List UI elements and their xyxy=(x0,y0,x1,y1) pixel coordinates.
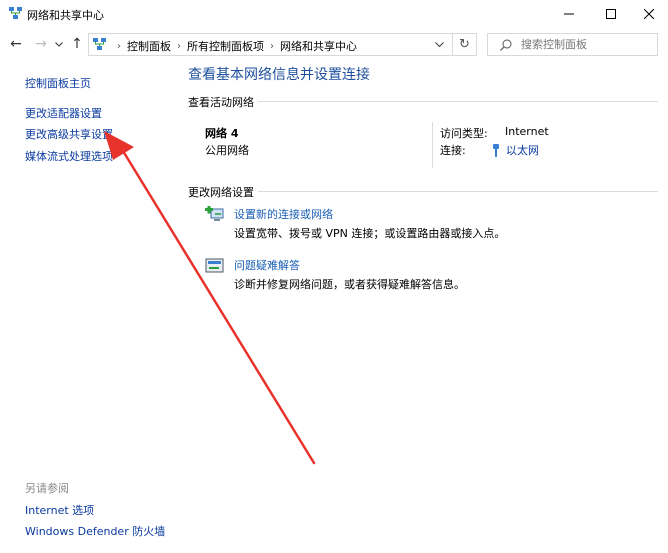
window-title: 网络和共享中心 xyxy=(27,9,104,22)
back-arrow-icon: ← xyxy=(10,36,22,52)
network-info-divider xyxy=(432,122,433,168)
up-button[interactable]: ↑ xyxy=(68,34,86,54)
chevron-down-icon xyxy=(434,42,444,47)
search-icon xyxy=(500,39,512,51)
breadcrumb-item[interactable]: 网络和共享中心 xyxy=(280,38,357,54)
see-also-label: 另请参阅 xyxy=(25,482,69,495)
breadcrumb: › 控制面板 › 所有控制面板项 › 网络和共享中心 xyxy=(111,38,357,54)
search-input[interactable] xyxy=(521,37,651,52)
navigation-bar: ← → ↑ › 控制面板 › 所有控制面板项 › 网络和共享中心 ↻ 搜索控制面… xyxy=(0,30,668,58)
forward-button[interactable]: → xyxy=(32,34,50,54)
internet-options-link[interactable]: Internet 选项 xyxy=(25,502,94,518)
new-connection-icon xyxy=(205,206,224,221)
ethernet-connection-label[interactable]: 以太网 xyxy=(506,142,539,158)
maximize-icon xyxy=(606,9,616,19)
breadcrumb-separator-icon[interactable]: › xyxy=(270,41,274,52)
access-type-label: 访问类型: xyxy=(440,127,488,140)
troubleshoot-problems-link[interactable]: 问题疑难解答 xyxy=(234,257,300,273)
close-button[interactable] xyxy=(626,0,668,28)
refresh-icon: ↻ xyxy=(459,37,470,52)
media-streaming-options-link[interactable]: 媒体流式处理选项 xyxy=(25,148,113,164)
recent-locations-button[interactable] xyxy=(53,34,65,54)
control-panel-icon xyxy=(93,38,106,50)
breadcrumb-item[interactable]: 所有控制面板项 xyxy=(187,38,264,54)
chevron-down-icon xyxy=(55,41,63,47)
section-divider xyxy=(258,191,658,192)
minimize-icon xyxy=(564,13,574,15)
setup-new-connection-link[interactable]: 设置新的连接或网络 xyxy=(234,206,333,222)
breadcrumb-item[interactable]: 控制面板 xyxy=(127,38,171,54)
access-type-value: Internet xyxy=(505,125,549,138)
troubleshoot-icon xyxy=(205,258,224,273)
forward-arrow-icon: → xyxy=(35,36,47,52)
page-title: 查看基本网络信息并设置连接 xyxy=(188,67,370,83)
change-adapter-settings-link[interactable]: 更改适配器设置 xyxy=(25,105,102,121)
control-panel-home-link[interactable]: 控制面板主页 xyxy=(25,75,91,91)
address-history-dropdown[interactable] xyxy=(430,35,448,54)
ethernet-icon xyxy=(493,143,499,157)
section-divider xyxy=(258,101,658,102)
active-networks-heading: 查看活动网络 xyxy=(188,96,254,109)
network-name: 网络 4 xyxy=(205,127,239,140)
up-arrow-icon: ↑ xyxy=(71,36,83,52)
address-bar[interactable]: › 控制面板 › 所有控制面板项 › 网络和共享中心 ↻ xyxy=(88,33,477,56)
network-center-app-icon xyxy=(9,7,22,19)
network-sharing-center-window: 网络和共享中心 ← → ↑ › 控制面板 › 所有控制面板项 › 网络和共享中心… xyxy=(0,0,668,553)
ethernet-connection-link[interactable]: 以太网 xyxy=(492,142,539,158)
change-advanced-sharing-settings-link[interactable]: 更改高级共享设置 xyxy=(25,126,113,142)
connections-label: 连接: xyxy=(440,144,466,157)
title-bar: 网络和共享中心 xyxy=(0,0,668,28)
windows-defender-firewall-link[interactable]: Windows Defender 防火墙 xyxy=(25,523,165,539)
network-type-link[interactable]: 公用网络 xyxy=(205,142,249,158)
minimize-button[interactable] xyxy=(546,0,592,28)
setup-new-connection-description: 设置宽带、拨号或 VPN 连接；或设置路由器或接入点。 xyxy=(234,227,506,240)
change-network-settings-heading: 更改网络设置 xyxy=(188,186,254,199)
close-icon xyxy=(644,9,654,19)
refresh-button[interactable]: ↻ xyxy=(452,34,476,55)
troubleshoot-problems-description: 诊断并修复网络问题，或者获得疑难解答信息。 xyxy=(234,278,465,291)
back-button[interactable]: ← xyxy=(7,34,25,54)
search-box[interactable] xyxy=(487,33,658,56)
breadcrumb-separator-icon: › xyxy=(117,40,121,52)
breadcrumb-separator-icon[interactable]: › xyxy=(177,41,181,52)
